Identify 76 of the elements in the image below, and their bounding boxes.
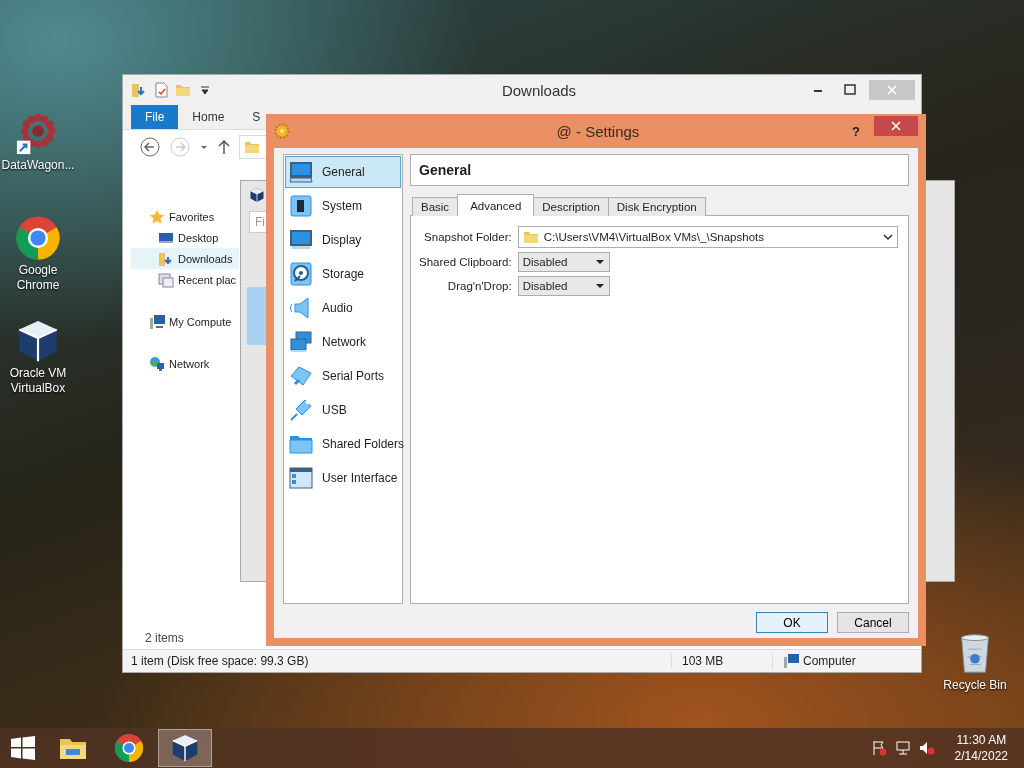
speaker-muted-icon[interactable] bbox=[918, 740, 935, 756]
section-item[interactable]: Serial Ports bbox=[285, 360, 401, 392]
dialog-button[interactable]: Cancel bbox=[837, 612, 909, 633]
section-item[interactable]: User Interface bbox=[285, 462, 401, 494]
section-item[interactable]: Audio bbox=[285, 292, 401, 324]
field-label: Drag'n'Drop: bbox=[446, 280, 512, 292]
folder-path-combo[interactable]: C:\Users\VM4\VirtualBox VMs\_\Snapshots bbox=[517, 226, 898, 248]
status-size: 103 MB bbox=[671, 654, 772, 668]
taskbar-button[interactable] bbox=[158, 729, 212, 767]
caret-icon[interactable] bbox=[594, 258, 605, 266]
download-folder-icon bbox=[158, 250, 174, 267]
network-icon bbox=[289, 330, 313, 354]
star-icon bbox=[149, 208, 165, 225]
cube-icon bbox=[249, 187, 265, 203]
status-text: 1 item (Disk free space: 99.3 GB) bbox=[130, 654, 310, 668]
page-title: General bbox=[410, 154, 909, 186]
computer-icon bbox=[783, 653, 799, 669]
section-item[interactable]: Storage bbox=[285, 258, 401, 290]
nav-item[interactable]: Desktop bbox=[131, 227, 239, 248]
ribbon-tab[interactable]: File bbox=[131, 105, 179, 129]
help-button[interactable]: ? bbox=[846, 123, 866, 139]
download-folder-icon bbox=[244, 139, 260, 155]
windows-logo-icon[interactable] bbox=[10, 735, 36, 761]
chevron-down-icon[interactable] bbox=[883, 233, 893, 241]
status-location: Computer bbox=[803, 654, 856, 668]
desktop-icon-label[interactable]: Oracle VM VirtualBox bbox=[0, 366, 76, 396]
up-arrow-icon[interactable] bbox=[217, 139, 231, 155]
dialog-button[interactable]: OK bbox=[756, 612, 828, 633]
network-globe-icon bbox=[149, 355, 165, 372]
chrome-icon bbox=[15, 215, 61, 261]
window-title: Downloads bbox=[500, 81, 578, 99]
nav-item[interactable]: Favorites bbox=[131, 206, 239, 227]
dropdown[interactable]: Disabled bbox=[517, 276, 610, 296]
display-icon bbox=[289, 228, 313, 252]
desktop-icon-label[interactable]: DataWagon... bbox=[1, 158, 75, 173]
desktop-icon-label[interactable]: Google Chrome bbox=[0, 263, 76, 293]
tab[interactable]: Description bbox=[533, 197, 609, 216]
monitor-icon bbox=[289, 160, 313, 184]
desktop-icon-label[interactable]: Recycle Bin bbox=[943, 678, 1007, 693]
back-icon[interactable] bbox=[139, 136, 161, 158]
computer-icon bbox=[149, 313, 165, 330]
ribbon-tab[interactable]: Home bbox=[178, 105, 239, 129]
field-label: Snapshot Folder: bbox=[423, 231, 512, 243]
new-folder-icon bbox=[175, 82, 191, 98]
flag-icon[interactable] bbox=[870, 740, 887, 756]
serial-port-icon bbox=[289, 364, 313, 388]
dropdown[interactable]: Disabled bbox=[517, 252, 610, 272]
folder-download-icon[interactable] bbox=[131, 82, 147, 98]
usb-plug-icon bbox=[289, 398, 313, 422]
folder-icon bbox=[522, 229, 539, 245]
nav-item[interactable]: Downloads bbox=[131, 248, 239, 269]
field-label: Shared Clipboard: bbox=[419, 256, 512, 268]
window-layout-icon bbox=[289, 466, 313, 490]
nav-item[interactable]: My Compute bbox=[131, 311, 239, 332]
section-item[interactable]: Display bbox=[285, 224, 401, 256]
gear-icon bbox=[274, 123, 290, 139]
clock-date[interactable]: 2/14/2022 bbox=[954, 748, 1008, 764]
section-item[interactable]: System bbox=[285, 190, 401, 222]
cube-icon bbox=[170, 733, 200, 763]
dialog-title: @ - Settings bbox=[555, 122, 641, 140]
section-item[interactable]: Network bbox=[285, 326, 401, 358]
network-icon[interactable] bbox=[894, 740, 911, 756]
caret-icon[interactable] bbox=[594, 282, 605, 290]
tab[interactable]: Advanced bbox=[457, 194, 535, 216]
nav-item[interactable]: Network bbox=[131, 353, 239, 374]
clock-time[interactable]: 11:30 AM bbox=[956, 732, 1007, 748]
properties-icon[interactable] bbox=[153, 82, 169, 98]
tab[interactable]: Disk Encryption bbox=[607, 197, 706, 216]
section-item[interactable]: USB bbox=[285, 394, 401, 426]
chrome-icon bbox=[114, 733, 144, 763]
section-item[interactable]: General bbox=[285, 156, 401, 188]
nav-item[interactable]: Recent plac bbox=[131, 269, 239, 290]
chip-icon bbox=[289, 194, 313, 218]
recent-places-icon bbox=[158, 271, 174, 288]
item-count: 2 items bbox=[144, 631, 185, 647]
tab[interactable]: Basic bbox=[412, 197, 459, 216]
